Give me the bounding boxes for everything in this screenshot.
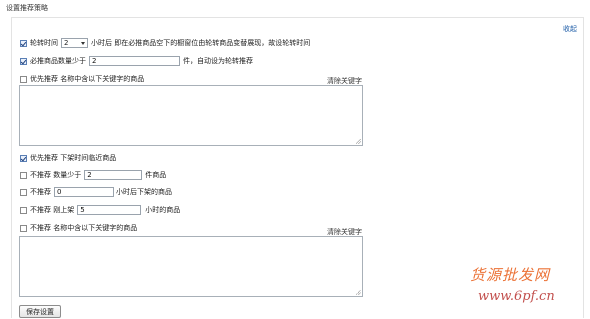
resize-grip-icon[interactable] <box>356 139 361 144</box>
rotation-hours-value: 2 <box>64 39 69 47</box>
rotation-label: 轮转时间 <box>30 39 58 47</box>
exclude-keywords-label: 不推荐 名称中含以下关键字的商品 <box>30 224 138 232</box>
min-stock-unit: 件商品 <box>145 171 167 179</box>
watermark-text: 货源批发网 <box>470 266 551 284</box>
priority-delist-label: 优先推荐 下架时间临近商品 <box>30 154 117 162</box>
just-listed-checkbox[interactable] <box>20 206 27 214</box>
delist-hours-unit: 小时后下架的商品 <box>116 188 172 196</box>
rotation-row: 轮转时间 2 小时后 即在必推商品空下的橱窗位由轮转商品变替展现，故设轮转时间 <box>20 38 310 48</box>
must-push-label: 必推商品数量少于 <box>30 57 86 65</box>
min-stock-row: 不推荐 数量少于 件商品 <box>20 170 166 180</box>
min-stock-checkbox[interactable] <box>20 171 27 179</box>
exclude-keywords-checkbox[interactable] <box>20 224 27 232</box>
chevron-down-icon <box>81 41 85 45</box>
priority-keywords-textarea[interactable] <box>19 85 363 146</box>
rotation-hours-select[interactable]: 2 <box>61 38 88 48</box>
just-listed-label: 不推荐 刚上架 <box>30 206 75 214</box>
just-listed-input[interactable] <box>77 205 142 215</box>
exclude-keywords-row: 不推荐 名称中含以下关键字的商品 <box>20 223 137 233</box>
min-stock-label: 不推荐 数量少于 <box>30 171 82 179</box>
must-push-row: 必推商品数量少于 件，自动设为轮转推荐 <box>20 56 253 66</box>
just-listed-row: 不推荐 刚上架 小时的商品 <box>20 205 180 215</box>
resize-grip-icon[interactable] <box>356 290 361 295</box>
delist-hours-input[interactable] <box>54 187 114 197</box>
exclude-keywords-textarea[interactable] <box>19 236 363 297</box>
collapse-link[interactable]: 收起 <box>563 24 577 34</box>
delist-hours-row: 不推荐 小时后下架的商品 <box>20 187 172 197</box>
priority-keywords-row: 优先推荐 名称中含以下关键字的商品 <box>20 74 144 84</box>
rotation-checkbox[interactable] <box>20 39 27 47</box>
priority-delist-row: 优先推荐 下架时间临近商品 <box>20 153 116 163</box>
priority-keywords-checkbox[interactable] <box>20 75 27 83</box>
priority-keywords-label: 优先推荐 名称中含以下关键字的商品 <box>30 75 145 83</box>
must-push-checkbox[interactable] <box>20 57 27 65</box>
min-stock-input[interactable] <box>84 170 143 180</box>
must-push-description: 件，自动设为轮转推荐 <box>183 57 253 65</box>
section-title: 设置推荐策略 <box>6 4 48 12</box>
just-listed-unit: 小时的商品 <box>145 206 181 214</box>
delist-hours-checkbox[interactable] <box>20 188 27 196</box>
save-settings-button[interactable]: 保存设置 <box>19 305 61 318</box>
must-push-count-input[interactable] <box>89 56 180 66</box>
watermark-url: www.6pf.cn <box>478 289 555 304</box>
priority-delist-checkbox[interactable] <box>20 154 27 162</box>
delist-hours-label: 不推荐 <box>30 188 51 196</box>
rotation-description: 小时后 即在必推商品空下的橱窗位由轮转商品变替展现，故设轮转时间 <box>91 39 311 47</box>
